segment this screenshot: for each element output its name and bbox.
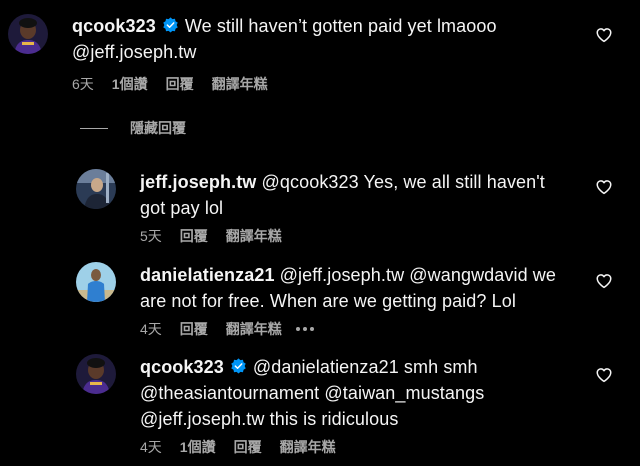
avatar-qcook323[interactable] [76,354,116,394]
more-horizontal-icon[interactable] [295,327,314,331]
heart-outline-icon[interactable] [595,178,613,196]
username[interactable]: qcook323 [140,357,224,377]
hide-replies-button[interactable]: 隱藏回覆 [80,118,186,138]
comment-body-line3: @jeff.joseph.tw this is ridiculous [140,409,399,429]
comment-qcook323-1: qcook323 We still haven’t gotten paid yet… [0,0,640,110]
comment-body-line2: got pay lol [140,198,224,218]
translate-button[interactable]: 翻譯年糕 [280,437,336,457]
heart-outline-icon[interactable] [595,272,613,290]
comment-text: danielatienza21 @jeff.joseph.tw @wangwda… [140,262,600,314]
timestamp[interactable]: 4天 [140,319,162,339]
reply-button[interactable]: 回覆 [180,226,208,246]
comment-text: jeff.joseph.tw @qcook323 Yes, we all sti… [140,169,600,221]
translate-button[interactable]: 翻譯年糕 [226,319,282,339]
comment-danielatienza21: danielatienza21 @jeff.joseph.tw @wangwda… [0,254,640,344]
username[interactable]: danielatienza21 [140,265,275,285]
likes-count[interactable]: 1個讚 [180,437,216,457]
reply-button[interactable]: 回覆 [234,437,262,457]
username[interactable]: jeff.joseph.tw [140,172,256,192]
comment-meta: 6天 1個讚 回覆 翻譯年糕 [72,74,286,94]
comment-body-line1: Yes, we all still haven't [363,172,545,192]
hide-replies-label: 隱藏回覆 [130,120,186,136]
heart-outline-icon[interactable] [595,366,613,384]
mention-link[interactable]: @qcook323 [262,172,359,192]
timestamp[interactable]: 4天 [140,437,162,457]
comment-meta: 4天 回覆 翻譯年糕 [140,319,332,339]
comment-qcook323-2: qcook323 @danielatienza21 smh smh @theasi… [0,346,640,466]
likes-count[interactable]: 1個讚 [112,74,148,94]
avatar-danielatienza21[interactable] [76,262,116,302]
comment-meta: 4天 1個讚 回覆 翻譯年糕 [140,437,354,457]
timestamp[interactable]: 5天 [140,226,162,246]
mention-link[interactable]: @jeff.joseph.tw [72,42,197,62]
hide-replies-divider [80,127,108,129]
reply-button[interactable]: 回覆 [180,319,208,339]
comment-body-line2: @theasiantournament @taiwan_mustangs [140,383,485,403]
comment-body-line1: @jeff.joseph.tw @wangwdavid we [279,265,557,285]
comment-jeff-joseph-tw: jeff.joseph.tw @qcook323 Yes, we all sti… [0,160,640,250]
translate-button[interactable]: 翻譯年糕 [226,226,282,246]
comment-text: qcook323 We still haven’t gotten paid yet… [72,13,592,65]
comment-meta: 5天 回覆 翻譯年糕 [140,226,300,246]
comment-body-line1: We still haven’t gotten paid yet lmaooo [184,16,497,36]
avatar-jeff-joseph-tw[interactable] [76,169,116,209]
avatar-qcook323[interactable] [8,14,48,54]
verified-badge-icon [163,17,178,33]
heart-outline-icon[interactable] [595,26,613,44]
username[interactable]: qcook323 [72,16,156,36]
verified-badge-icon [231,358,246,374]
comment-text: qcook323 @danielatienza21 smh smh @theasi… [140,354,600,432]
comment-body-line1: @danielatienza21 smh smh [252,357,478,377]
timestamp[interactable]: 6天 [72,74,94,94]
translate-button[interactable]: 翻譯年糕 [212,74,268,94]
comment-body-line2: are not for free. When are we getting pa… [140,291,516,311]
reply-button[interactable]: 回覆 [166,74,194,94]
